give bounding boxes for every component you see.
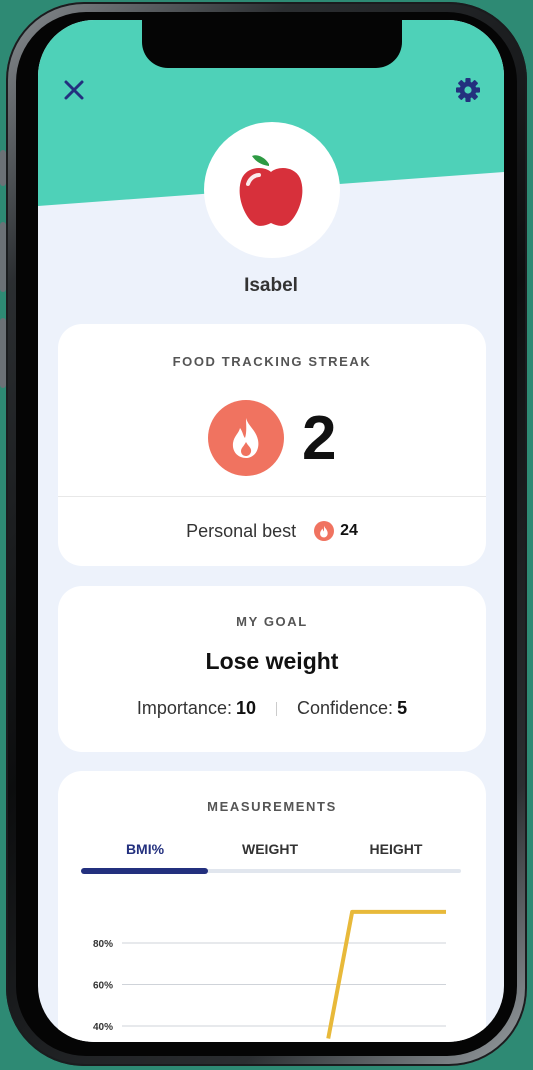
volume-down-button xyxy=(0,318,6,388)
personal-best-row: Personal best 24 xyxy=(58,496,486,566)
importance-value: 10 xyxy=(235,698,256,718)
goal-title: Lose weight xyxy=(205,648,339,674)
app-screen: Isabel FOOD TRACKING STREAK 2 Personal b… xyxy=(38,20,504,1042)
measurements-card: MEASUREMENTS BMI% WEIGHT HEIGHT 80% 60% 40… xyxy=(58,771,486,1042)
confidence-value: 5 xyxy=(397,698,408,718)
user-name: Isabel xyxy=(244,275,298,296)
avatar[interactable] xyxy=(204,122,340,258)
tab-weight[interactable]: WEIGHT xyxy=(207,841,333,857)
flame-icon xyxy=(232,418,259,458)
bmi-series-line xyxy=(326,909,446,1039)
personal-best-value: 24 xyxy=(340,522,358,539)
goal-label: MY GOAL xyxy=(236,614,308,629)
stat-separator xyxy=(275,701,277,716)
confidence-label: Confidence: xyxy=(296,698,394,718)
y-tick-label: 80% xyxy=(93,939,113,950)
mute-switch xyxy=(0,150,6,186)
phone-notch xyxy=(142,20,402,68)
tab-bmi[interactable]: BMI% xyxy=(82,841,208,857)
measurements-label: MEASUREMENTS xyxy=(207,799,337,814)
streak-flame-badge xyxy=(208,400,284,476)
streak-label: FOOD TRACKING STREAK xyxy=(172,354,372,369)
importance-label: Importance: xyxy=(136,698,232,718)
tab-indicator-active xyxy=(81,868,208,874)
flame-icon xyxy=(314,521,335,541)
streak-count: 2 xyxy=(302,404,337,473)
close-icon xyxy=(64,80,84,100)
tab-height[interactable]: HEIGHT xyxy=(333,841,459,857)
close-button[interactable] xyxy=(58,74,90,106)
y-tick-label: 40% xyxy=(93,1022,113,1033)
streak-card: FOOD TRACKING STREAK 2 Personal best 24 xyxy=(58,324,486,566)
volume-up-button xyxy=(0,222,6,292)
personal-best-label: Personal best xyxy=(186,520,297,541)
goal-card[interactable]: MY GOAL Lose weight Importance: 10 Confi… xyxy=(58,586,486,752)
gear-icon xyxy=(456,78,480,102)
goal-stats: Importance: 10 Confidence: 5 xyxy=(58,698,486,719)
y-tick-label: 60% xyxy=(93,981,113,992)
bmi-chart: 80% 60% 40% xyxy=(93,909,446,1039)
measurement-tabs: BMI% WEIGHT HEIGHT xyxy=(58,841,486,865)
apple-icon xyxy=(239,155,303,226)
settings-button[interactable] xyxy=(452,74,484,106)
